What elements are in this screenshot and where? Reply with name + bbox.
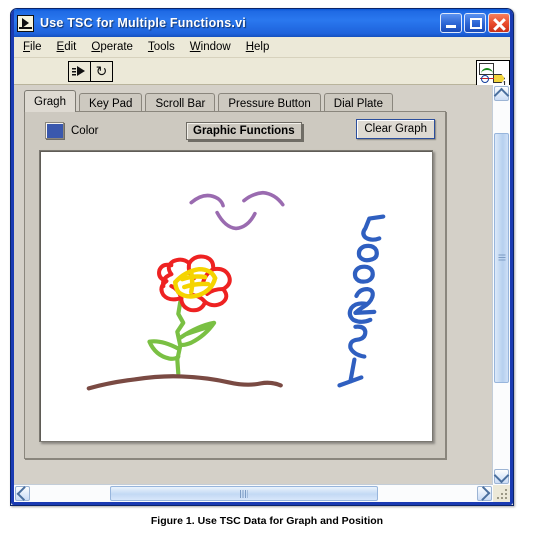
caption-buttons bbox=[440, 13, 510, 33]
ground-line-drawing bbox=[86, 374, 283, 391]
vertical-scrollbar[interactable] bbox=[492, 85, 510, 485]
menu-label-file: ile bbox=[30, 41, 42, 53]
tab-key-pad[interactable]: Key Pad bbox=[78, 93, 143, 112]
clear-graph-button[interactable]: Clear Graph bbox=[356, 119, 435, 139]
menu-accel-operate: O bbox=[91, 41, 101, 53]
run-button[interactable] bbox=[68, 60, 91, 82]
menu-label-help: elp bbox=[254, 41, 270, 53]
tab-scroll-bar[interactable]: Scroll Bar bbox=[145, 93, 216, 112]
drawing-svg bbox=[86, 190, 386, 391]
menu-item-window[interactable]: Window bbox=[190, 39, 240, 55]
tab-panel-gragh: Color Graphic Functions Clear Graph bbox=[24, 111, 446, 459]
maximize-button[interactable] bbox=[464, 13, 486, 33]
resize-grip[interactable] bbox=[493, 485, 510, 502]
chevron-left-icon bbox=[16, 486, 32, 501]
menu-bar: File Edit Operate Tools Window Help bbox=[11, 37, 513, 58]
waveform-icon bbox=[479, 63, 494, 75]
labview-vi-icon bbox=[17, 14, 34, 32]
scroll-down-button[interactable] bbox=[493, 467, 510, 484]
color-swatch[interactable] bbox=[45, 122, 64, 139]
scroll-right-button[interactable] bbox=[475, 486, 492, 501]
client-area: Gragh Key Pad Scroll Bar Pressure Button… bbox=[14, 85, 510, 502]
tab-strip: Gragh Key Pad Scroll Bar Pressure Button… bbox=[24, 90, 396, 112]
scroll-left-button[interactable] bbox=[15, 486, 32, 501]
toolbar: ↻ 1 bbox=[11, 58, 513, 92]
chevron-right-icon bbox=[475, 486, 491, 501]
color-label: Color bbox=[71, 124, 99, 137]
flower-stem-drawing bbox=[147, 299, 217, 376]
drawing-canvas[interactable] bbox=[39, 150, 433, 442]
run-arrow-icon bbox=[77, 66, 85, 76]
vertical-scrollbar-thumb[interactable] bbox=[494, 133, 509, 383]
menu-item-file[interactable]: File bbox=[23, 39, 51, 55]
close-button[interactable] bbox=[488, 13, 510, 33]
window-title: Use TSC for Multiple Functions.vi bbox=[40, 16, 246, 30]
menu-label-edit: dit bbox=[64, 41, 77, 53]
menu-accel-help: H bbox=[245, 41, 255, 53]
menu-label-tools: ools bbox=[153, 41, 175, 53]
scroll-up-button[interactable] bbox=[493, 86, 510, 103]
smiley-face-drawing bbox=[189, 190, 285, 231]
menu-accel-window: W bbox=[189, 41, 201, 53]
menu-accel-file: F bbox=[23, 41, 31, 53]
tab-pressure-button[interactable]: Pressure Button bbox=[218, 93, 321, 112]
figure-caption: Figure 1. Use TSC Data for Graph and Pos… bbox=[150, 515, 384, 527]
chevron-up-icon bbox=[493, 87, 510, 103]
graphic-functions-label[interactable]: Graphic Functions bbox=[186, 122, 302, 140]
tsc2005-text-drawing bbox=[337, 214, 386, 388]
menu-item-tools[interactable]: Tools bbox=[148, 39, 184, 55]
application-window: Use TSC for Multiple Functions.vi File E… bbox=[10, 8, 514, 506]
menu-item-operate[interactable]: Operate bbox=[91, 39, 142, 55]
menu-item-edit[interactable]: Edit bbox=[57, 39, 86, 55]
tab-dial-plate[interactable]: Dial Plate bbox=[323, 93, 393, 112]
chevron-down-icon bbox=[493, 467, 510, 483]
tab-gragh[interactable]: Gragh bbox=[24, 90, 76, 112]
node-icon bbox=[481, 75, 489, 83]
minimize-button[interactable] bbox=[440, 13, 462, 33]
horizontal-scrollbar[interactable] bbox=[14, 484, 493, 502]
title-bar[interactable]: Use TSC for Multiple Functions.vi bbox=[11, 9, 513, 37]
scrollbar-grip-icon bbox=[498, 254, 505, 262]
scrollbar-grip-icon bbox=[240, 489, 248, 498]
menu-item-help[interactable]: Help bbox=[246, 39, 279, 55]
menu-label-operate: perate bbox=[100, 41, 133, 53]
menu-label-window: indow bbox=[200, 41, 231, 53]
loop-arrows-icon: ↻ bbox=[95, 63, 108, 79]
run-continuously-button[interactable]: ↻ bbox=[90, 60, 113, 82]
front-panel: Gragh Key Pad Scroll Bar Pressure Button… bbox=[14, 85, 466, 480]
run-arrow-tail-icon bbox=[72, 67, 76, 76]
horizontal-scrollbar-thumb[interactable] bbox=[110, 486, 378, 501]
color-control: Color bbox=[45, 122, 98, 139]
